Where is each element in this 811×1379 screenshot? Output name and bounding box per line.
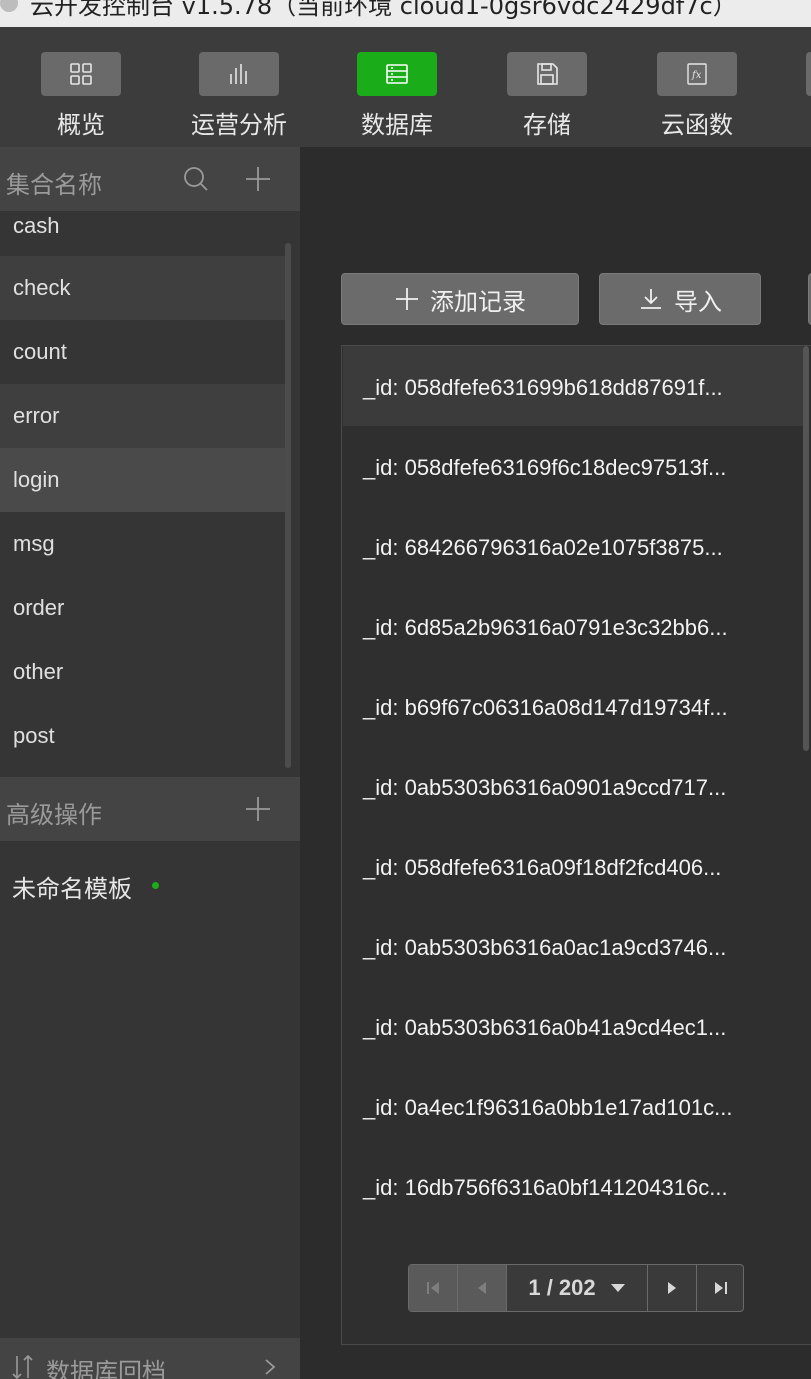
collection-item-msg[interactable]: msg: [0, 512, 285, 576]
advanced-title: 高级操作: [6, 801, 102, 829]
plus-icon: [396, 288, 418, 310]
top-toolbar: 概览 运营分析 数据库 存储 fx 云函数: [0, 27, 811, 147]
record-list-scrollbar[interactable]: [803, 346, 809, 751]
record-item[interactable]: _id: 058dfefe6316a09f18df2fcd406...: [343, 826, 803, 906]
record-item[interactable]: _id: b69f67c06316a08d147d19734f...: [343, 666, 803, 746]
record-item[interactable]: _id: 0ab5303b6316a0b41a9cd4ec1...: [343, 986, 803, 1066]
record-item[interactable]: _id: 058dfefe631699b618dd87691f...: [343, 346, 803, 426]
add-record-button[interactable]: 添加记录: [341, 273, 579, 325]
import-label: 导入: [674, 287, 722, 316]
prev-page-icon: [478, 1282, 486, 1294]
record-item[interactable]: _id: 684266796316a02e1075f3875...: [343, 506, 803, 586]
rollback-label: 数据库回档: [46, 1358, 166, 1379]
last-page-button[interactable]: [697, 1265, 745, 1311]
toolbar-more[interactable]: [0, 27, 811, 147]
record-item[interactable]: _id: 0a4ec1f96316a0bb1e17ad101c...: [343, 1066, 803, 1146]
record-item[interactable]: _id: 0ab5303b6316a0901a9ccd717...: [343, 746, 803, 826]
download-icon: [641, 289, 661, 309]
collection-item-login[interactable]: login: [0, 448, 285, 512]
collection-list: cash check count error login msg order o…: [0, 211, 300, 774]
pagination: 1 / 202: [408, 1264, 744, 1312]
first-page-icon: [427, 1282, 439, 1294]
plus-icon: [246, 167, 270, 191]
prev-page-button[interactable]: [458, 1265, 506, 1311]
collection-item-check[interactable]: check: [0, 256, 285, 320]
record-item[interactable]: _id: 0ab5303b6316a0ac1a9cd3746...: [343, 906, 803, 986]
collection-item-other[interactable]: other: [0, 640, 285, 704]
add-template-button[interactable]: [240, 791, 276, 827]
last-page-icon: [715, 1282, 727, 1294]
template-status-dot: [152, 882, 159, 889]
record-item[interactable]: _id: 16db756f6316a0bf141204316c...: [343, 1146, 803, 1226]
sidebar: 集合名称 cash check count error login msg or…: [0, 147, 300, 1379]
chevron-right-icon: [265, 1359, 276, 1375]
window-title-bar: 云开发控制台 v1.5.78（当前环境 cloud1-0gsr6vdc2429d…: [0, 0, 811, 27]
page-indicator-text: 1 / 202: [528, 1275, 596, 1300]
collection-item-count[interactable]: count: [0, 320, 285, 384]
template-item[interactable]: 未命名模板: [12, 869, 132, 904]
main-content: 添加记录 导入 _id: 058dfefe631699b618dd87691f.…: [300, 147, 811, 1379]
first-page-button[interactable]: [409, 1265, 457, 1311]
next-page-button[interactable]: [648, 1265, 696, 1311]
collection-item-order[interactable]: order: [0, 576, 285, 640]
more-toolbar-button[interactable]: [806, 52, 811, 96]
import-button[interactable]: 导入: [599, 273, 761, 325]
add-record-label: 添加记录: [430, 287, 526, 316]
collection-list-scrollbar[interactable]: [285, 243, 291, 768]
add-collection-button[interactable]: [240, 161, 276, 197]
advanced-header: 高级操作: [0, 777, 300, 841]
collection-item-cash[interactable]: cash: [0, 211, 285, 260]
database-rollback-button[interactable]: 数据库回档: [0, 1338, 300, 1379]
collections-title: 集合名称: [6, 171, 102, 199]
window-title: 云开发控制台 v1.5.78（当前环境 cloud1-0gsr6vdc2429d…: [30, 0, 737, 20]
plus-icon: [246, 797, 270, 821]
caret-down-icon: [610, 1284, 625, 1292]
app-icon: [0, 0, 18, 12]
search-icon: [184, 167, 208, 191]
collections-header: 集合名称: [0, 147, 300, 211]
next-page-icon: [668, 1282, 676, 1294]
record-item[interactable]: _id: 058dfefe63169f6c18dec97513f...: [343, 426, 803, 506]
record-item[interactable]: _id: 6d85a2b96316a0791e3c32bb6...: [343, 586, 803, 666]
collection-item-post[interactable]: post: [0, 704, 285, 768]
collection-item-error[interactable]: error: [0, 384, 285, 448]
sort-arrows-icon: [12, 1354, 33, 1379]
page-select[interactable]: 1 / 202: [507, 1265, 647, 1311]
search-collection-button[interactable]: [178, 161, 214, 197]
record-list-panel: _id: 058dfefe631699b618dd87691f... _id: …: [341, 345, 811, 1345]
